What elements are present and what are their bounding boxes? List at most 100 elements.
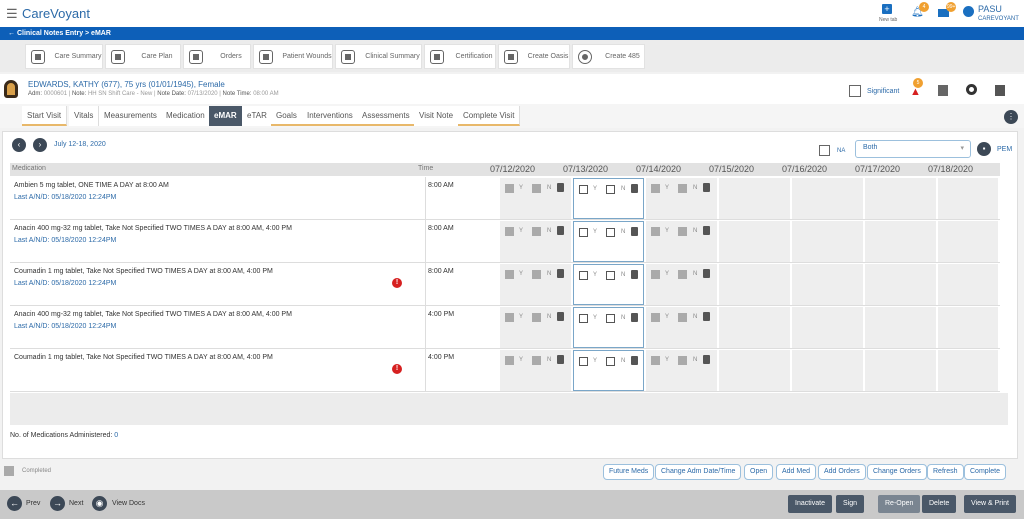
note-document-icon[interactable] <box>557 183 564 192</box>
back-arrow-icon[interactable]: ← <box>8 30 17 37</box>
admin-cell[interactable]: Y N <box>646 178 717 219</box>
user-avatar-icon[interactable] <box>963 6 974 17</box>
schedule-icon[interactable] <box>938 85 948 96</box>
no-checkbox[interactable] <box>606 185 615 194</box>
pem-label[interactable]: PEM <box>997 146 1012 153</box>
tool-certification[interactable]: Certification <box>424 44 496 69</box>
tab-interventions[interactable]: Interventions <box>302 106 359 126</box>
last-administered[interactable]: Last A/N/D: 05/18/2020 12:24PM <box>14 237 116 244</box>
warning-icon[interactable]: ! <box>392 364 402 374</box>
reopen-button[interactable]: Re-Open <box>878 495 921 513</box>
sign-button[interactable]: Sign <box>836 495 865 513</box>
tab-vitals[interactable]: Vitals <box>69 106 100 126</box>
tab-measurements[interactable]: Measurements <box>99 106 163 126</box>
open-button[interactable]: Open <box>744 464 774 480</box>
new-tab-label[interactable]: New tab <box>879 17 897 23</box>
tab-visit-note[interactable]: Visit Note <box>414 106 460 126</box>
view-print-button[interactable]: View & Print <box>964 495 1016 513</box>
no-checkbox[interactable] <box>606 271 615 280</box>
note-document-icon[interactable] <box>557 312 564 321</box>
warning-icon[interactable]: ! <box>392 278 402 288</box>
future-meds-button[interactable]: Future Meds <box>603 464 655 480</box>
tool-create-485[interactable]: Create 485 <box>572 44 645 69</box>
hamburger-menu-icon[interactable]: ☰ <box>6 6 18 22</box>
admin-cell[interactable]: Y N <box>500 350 571 391</box>
significant-checkbox[interactable] <box>849 85 861 97</box>
note-document-icon[interactable] <box>631 270 638 279</box>
user-name[interactable]: PASU <box>978 4 1002 14</box>
pem-icon[interactable]: ▪ <box>977 142 991 156</box>
note-document-icon[interactable] <box>557 355 564 364</box>
refresh-button[interactable]: Refresh <box>927 464 964 480</box>
tab-medication[interactable]: Medication <box>161 106 211 126</box>
note-document-icon[interactable] <box>631 227 638 236</box>
yes-checkbox[interactable] <box>579 185 588 194</box>
breadcrumb-text[interactable]: Clinical Notes Entry > eMAR <box>17 30 111 37</box>
yes-checkbox[interactable] <box>579 357 588 366</box>
tab-complete-visit[interactable]: Complete Visit <box>458 106 521 126</box>
tab-start-visit[interactable]: Start Visit <box>22 106 68 126</box>
inactivate-button[interactable]: Inactivate <box>788 495 832 513</box>
tool-create-oasis[interactable]: Create Oasis <box>498 44 570 69</box>
note-document-icon[interactable] <box>703 355 710 364</box>
tool-orders[interactable]: Orders <box>183 44 251 69</box>
new-tab-icon[interactable]: + <box>882 4 892 14</box>
more-options-icon[interactable]: ⋮ <box>1004 110 1018 124</box>
tab-etar[interactable]: eTAR <box>242 106 273 126</box>
admin-cell[interactable]: Y N <box>573 178 644 219</box>
patient-name[interactable]: EDWARDS, KATHY (677), 75 yrs (01/01/1945… <box>28 80 225 89</box>
note-document-icon[interactable] <box>631 356 638 365</box>
note-document-icon[interactable] <box>703 269 710 278</box>
add-med-button[interactable]: Add Med <box>776 464 817 480</box>
tool-care-plan[interactable]: Care Plan <box>105 44 181 69</box>
no-checkbox[interactable] <box>606 228 615 237</box>
admin-cell[interactable]: Y N <box>573 264 644 305</box>
delete-button[interactable]: Delete <box>922 495 957 513</box>
yes-checkbox[interactable] <box>579 314 588 323</box>
filter-select[interactable]: Both ▾ <box>855 140 971 158</box>
prev-arrow-icon[interactable]: ← <box>7 496 22 511</box>
no-checkbox[interactable] <box>606 357 615 366</box>
note-document-icon[interactable] <box>703 183 710 192</box>
admin-cell[interactable]: Y N <box>646 350 717 391</box>
no-checkbox[interactable] <box>606 314 615 323</box>
prev-week-button[interactable]: ‹ <box>12 138 26 152</box>
note-document-icon[interactable] <box>631 313 638 322</box>
yes-checkbox[interactable] <box>579 228 588 237</box>
note-document-icon[interactable] <box>631 184 638 193</box>
target-icon[interactable] <box>966 84 977 95</box>
prev-button[interactable]: Prev <box>26 500 40 507</box>
note-document-icon[interactable] <box>557 226 564 235</box>
note-document-icon[interactable] <box>703 226 710 235</box>
admin-cell[interactable]: Y N <box>573 307 644 348</box>
breadcrumb[interactable]: ← Clinical Notes Entry > eMAR <box>0 27 1024 40</box>
admin-cell[interactable]: Y N <box>500 178 571 219</box>
admin-cell[interactable]: Y N <box>646 221 717 262</box>
change-adm-datetime-button[interactable]: Change Adm Date/Time <box>655 464 742 480</box>
note-document-icon[interactable] <box>557 269 564 278</box>
tool-patient-wounds[interactable]: Patient Wounds <box>253 44 333 69</box>
admin-cell[interactable]: Y N <box>646 307 717 348</box>
last-administered[interactable]: Last A/N/D: 05/18/2020 12:24PM <box>14 194 116 201</box>
tool-clinical-summary[interactable]: Clinical Summary <box>335 44 422 69</box>
tab-assessments[interactable]: Assessments <box>357 106 416 126</box>
complete-button[interactable]: Complete <box>964 464 1006 480</box>
admin-cell[interactable]: Y N <box>500 307 571 348</box>
admin-cell[interactable]: Y N <box>646 264 717 305</box>
admin-cell[interactable]: Y N <box>573 350 644 391</box>
add-orders-button[interactable]: Add Orders <box>818 464 866 480</box>
last-administered[interactable]: Last A/N/D: 05/18/2020 12:24PM <box>14 323 116 330</box>
view-docs-button[interactable]: View Docs <box>112 500 145 507</box>
na-checkbox[interactable] <box>819 145 830 156</box>
next-arrow-icon[interactable]: → <box>50 496 65 511</box>
tab-goals[interactable]: Goals <box>271 106 303 126</box>
admin-cell[interactable]: Y N <box>573 221 644 262</box>
next-button[interactable]: Next <box>69 500 83 507</box>
note-document-icon[interactable] <box>703 312 710 321</box>
admin-cell[interactable]: Y N <box>500 264 571 305</box>
eye-icon[interactable]: ◉ <box>92 496 107 511</box>
change-orders-button[interactable]: Change Orders <box>867 464 927 480</box>
tool-care-summary[interactable]: Care Summary <box>25 44 103 69</box>
tab-emar[interactable]: eMAR <box>209 106 243 126</box>
last-administered[interactable]: Last A/N/D: 05/18/2020 12:24PM <box>14 280 116 287</box>
